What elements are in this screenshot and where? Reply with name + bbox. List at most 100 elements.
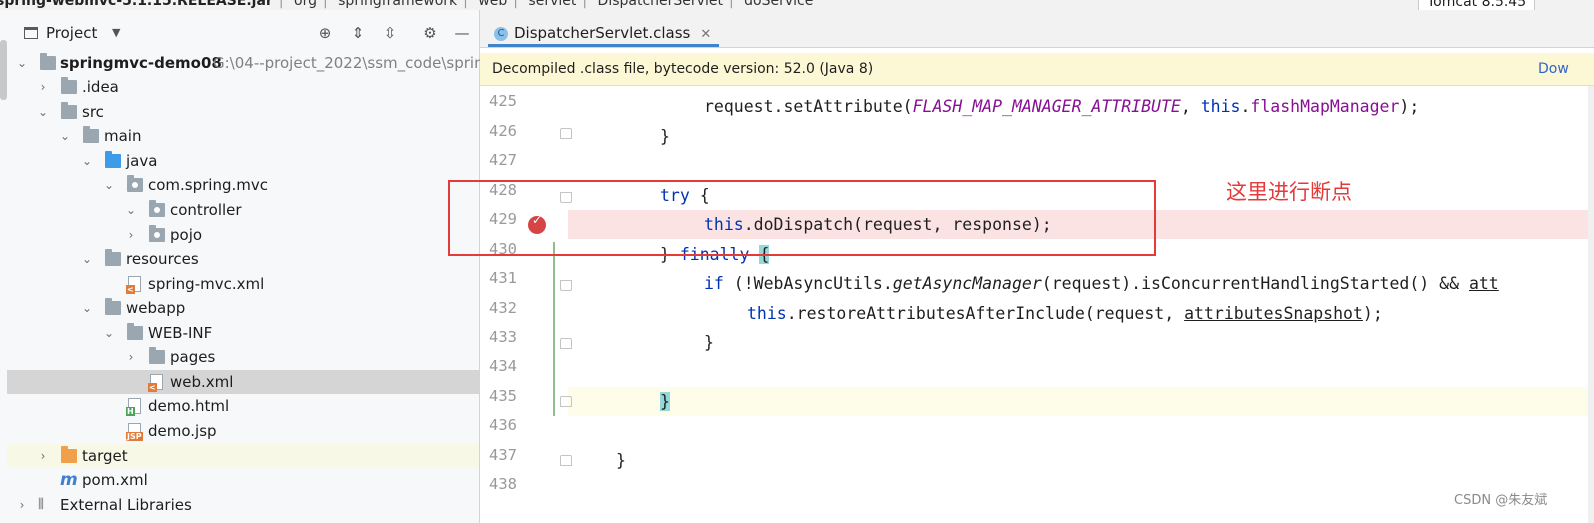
tree-item-label: WEB-INF bbox=[148, 324, 213, 342]
tree-item-pojo[interactable]: › pojo bbox=[0, 223, 479, 247]
expand-all-icon[interactable]: ⇕ bbox=[349, 24, 367, 42]
breadcrumb-web[interactable]: web bbox=[478, 0, 507, 9]
fold-end-icon[interactable] bbox=[560, 455, 572, 466]
chevron-right-icon[interactable]: › bbox=[16, 493, 28, 517]
chevron-down-icon[interactable]: ⌄ bbox=[125, 198, 137, 222]
tree-item-label: src bbox=[82, 103, 104, 121]
tree-item-main[interactable]: ⌄ main bbox=[0, 124, 479, 148]
breadcrumb-springframework[interactable]: springframework bbox=[338, 0, 457, 9]
tree-item-label: web.xml bbox=[170, 373, 234, 391]
tree-item-web-xml[interactable]: < web.xml bbox=[7, 370, 479, 394]
locate-icon[interactable]: ⊕ bbox=[316, 24, 334, 42]
run-config-selector[interactable]: Tomcat 8.5.45 bbox=[1418, 0, 1536, 10]
fold-end-icon[interactable] bbox=[560, 128, 572, 139]
tree-item-label: External Libraries bbox=[60, 496, 192, 514]
chevron-right-icon[interactable]: › bbox=[37, 75, 49, 99]
fold-end-icon[interactable] bbox=[560, 396, 572, 407]
tree-item-label: controller bbox=[170, 201, 242, 219]
chevron-down-icon[interactable]: ▼ bbox=[112, 26, 120, 39]
maven-icon: m bbox=[60, 470, 78, 490]
tree-item-webapp[interactable]: ⌄ webapp bbox=[0, 296, 479, 320]
tree-item-controller[interactable]: ⌄ controller bbox=[0, 198, 479, 222]
code-line-435[interactable]: } bbox=[660, 387, 670, 416]
project-panel-title[interactable]: Project bbox=[46, 24, 97, 42]
jsp-file-icon: JSP bbox=[126, 423, 143, 441]
package-icon bbox=[149, 225, 165, 242]
banner-text: Decompiled .class file, bytecode version… bbox=[492, 61, 874, 77]
line-number: 426 bbox=[489, 122, 517, 140]
breadcrumb-jar[interactable]: spring-webmvc-5.1.15.RELEASE.jar bbox=[0, 0, 273, 9]
folder-icon bbox=[127, 323, 143, 340]
fold-end-icon[interactable] bbox=[560, 338, 572, 349]
chevron-down-icon[interactable]: ⌄ bbox=[81, 296, 93, 320]
chevron-right-icon[interactable]: › bbox=[37, 444, 49, 468]
chevron-down-icon[interactable]: ⌄ bbox=[59, 124, 71, 148]
tree-item-pages[interactable]: › pages bbox=[0, 345, 479, 369]
line-number: 436 bbox=[489, 416, 517, 434]
tree-item-demo-jsp[interactable]: JSP demo.jsp bbox=[0, 419, 479, 443]
tree-item-label: webapp bbox=[126, 299, 186, 317]
package-icon bbox=[127, 175, 143, 192]
close-icon[interactable]: ✕ bbox=[700, 27, 711, 42]
tree-item-label: demo.jsp bbox=[148, 422, 217, 440]
folder-icon bbox=[61, 102, 77, 119]
chevron-down-icon[interactable]: ⌄ bbox=[81, 149, 93, 173]
tree-item-label: main bbox=[104, 127, 142, 145]
code-line-433[interactable]: } bbox=[704, 328, 714, 357]
breadcrumb: spring-webmvc-5.1.15.RELEASE.jar | org | s… bbox=[0, 0, 813, 9]
line-number: 438 bbox=[489, 475, 517, 493]
line-number: 433 bbox=[489, 328, 517, 346]
tree-item-label: spring-mvc.xml bbox=[148, 275, 265, 293]
tree-item-demo-html[interactable]: H demo.html bbox=[0, 394, 479, 418]
code-line-437[interactable]: } bbox=[616, 446, 626, 475]
breadcrumb-org[interactable]: org bbox=[294, 0, 317, 9]
chevron-down-icon[interactable]: ⌄ bbox=[103, 173, 115, 197]
gear-icon[interactable]: ⚙ bbox=[421, 24, 439, 42]
tree-item-java[interactable]: ⌄ java bbox=[0, 149, 479, 173]
code-line-425[interactable]: request.setAttribute(FLASH_MAP_MANAGER_A… bbox=[704, 92, 1419, 121]
folder-icon bbox=[83, 126, 99, 143]
line-number: 437 bbox=[489, 446, 517, 464]
tree-item-com-spring-mvc[interactable]: ⌄ com.spring.mvc bbox=[0, 173, 479, 197]
tree-item-web-inf[interactable]: ⌄ WEB-INF bbox=[0, 321, 479, 345]
fold-start-icon[interactable] bbox=[560, 280, 572, 291]
package-icon bbox=[149, 200, 165, 217]
tree-item-spring-mvc-xml[interactable]: < spring-mvc.xml bbox=[0, 272, 479, 296]
tree-item-target[interactable]: › target bbox=[7, 444, 479, 468]
tree-item-pom-xml[interactable]: m pom.xml bbox=[0, 468, 479, 492]
chevron-right-icon[interactable]: › bbox=[125, 223, 137, 247]
chevron-down-icon[interactable]: ⌄ bbox=[103, 321, 115, 345]
code-line-432[interactable]: this.restoreAttributesAfterInclude(reque… bbox=[747, 299, 1383, 328]
download-sources-link[interactable]: Dow bbox=[1538, 53, 1569, 85]
tree-item-label: demo.html bbox=[148, 397, 230, 415]
xml-file-icon: < bbox=[126, 276, 141, 294]
breadcrumb-servlet[interactable]: servlet bbox=[528, 0, 576, 9]
breadcrumb-method[interactable]: doService bbox=[744, 0, 813, 9]
breadcrumb-class[interactable]: DispatcherServlet bbox=[598, 0, 723, 9]
project-icon bbox=[24, 27, 38, 39]
chevron-down-icon[interactable]: ⌄ bbox=[16, 51, 28, 75]
editor-scrollbar[interactable] bbox=[1588, 86, 1594, 523]
line-number: 432 bbox=[489, 299, 517, 317]
chevron-right-icon[interactable]: › bbox=[125, 345, 137, 369]
tree-item-label: .idea bbox=[82, 78, 119, 96]
hide-panel-icon[interactable]: — bbox=[453, 24, 471, 42]
tree-item-idea[interactable]: › .idea bbox=[0, 75, 479, 99]
code-line-426[interactable]: } bbox=[660, 122, 670, 151]
tree-item-project-root[interactable]: ⌄ springmvc-demo08 G:\04--project_2022\s… bbox=[0, 51, 493, 75]
folder-icon bbox=[61, 77, 77, 94]
chevron-down-icon[interactable]: ⌄ bbox=[37, 100, 49, 124]
tab-label: DispatcherServlet.class bbox=[514, 24, 691, 42]
library-icon: ⫼ bbox=[38, 497, 44, 512]
tree-item-label: springmvc-demo08 bbox=[60, 54, 222, 72]
collapse-all-icon[interactable]: ⇳ bbox=[381, 24, 399, 42]
tab-dispatcherservlet-class[interactable]: C DispatcherServlet.class ✕ bbox=[488, 22, 720, 47]
navigation-bar: spring-webmvc-5.1.15.RELEASE.jar | org | s… bbox=[0, 0, 1594, 10]
code-line-431[interactable]: if (!WebAsyncUtils.getAsyncManager(reque… bbox=[704, 269, 1499, 298]
chevron-down-icon[interactable]: ⌄ bbox=[81, 247, 93, 271]
folder-icon bbox=[149, 347, 165, 364]
tree-item-external-libraries[interactable]: › ⫼ External Libraries bbox=[0, 493, 479, 517]
tree-item-label: pom.xml bbox=[82, 471, 148, 489]
tree-item-resources[interactable]: ⌄ resources bbox=[0, 247, 479, 271]
tree-item-src[interactable]: ⌄ src bbox=[0, 100, 479, 124]
